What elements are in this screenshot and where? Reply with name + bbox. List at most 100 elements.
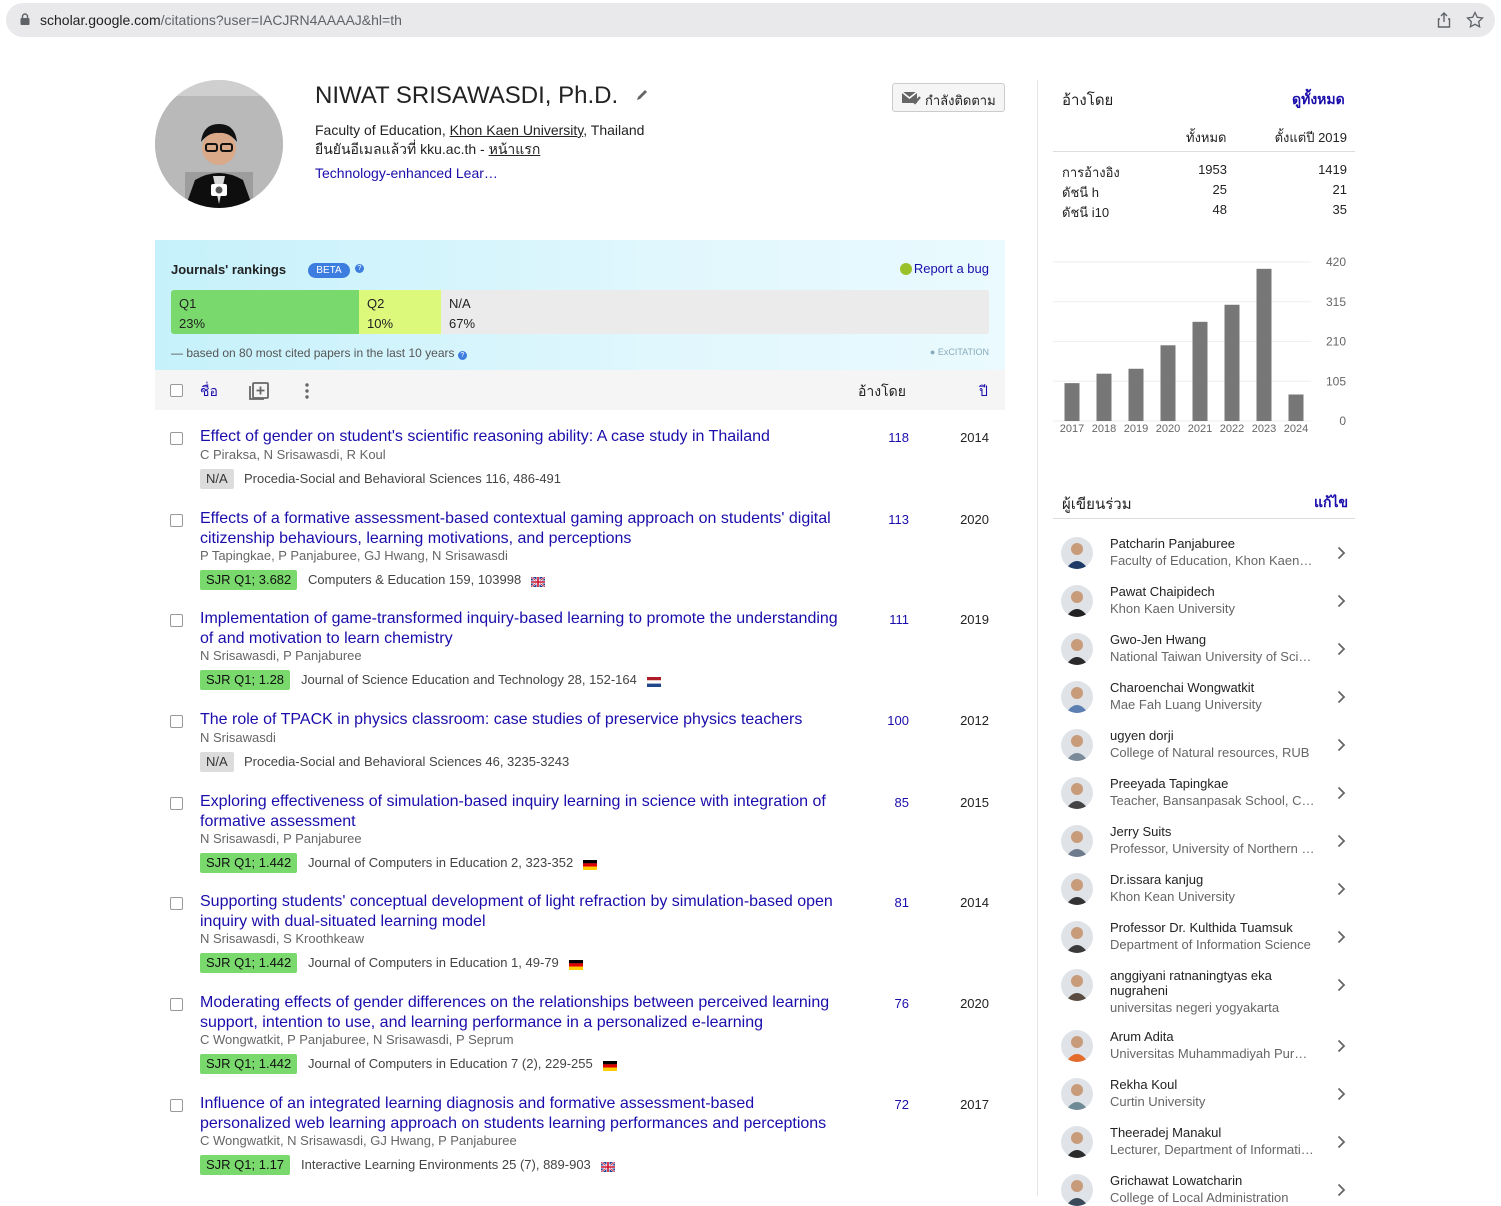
- excitation-logo: ● ExCITATION: [929, 347, 989, 357]
- quartile-segment: N/A 67%: [441, 290, 989, 334]
- article-checkbox[interactable]: [170, 1099, 183, 1112]
- article-year: 2012: [960, 713, 989, 728]
- url-text[interactable]: scholar.google.com/citations?user=IACJRN…: [40, 12, 402, 28]
- citation-bar[interactable]: [1192, 321, 1208, 421]
- edit-pencil-icon[interactable]: [635, 88, 649, 102]
- coauthor-name: Gwo-Jen Hwang: [1110, 632, 1207, 647]
- homepage-link[interactable]: หน้าแรก: [489, 141, 541, 157]
- coauthor-avatar: [1061, 537, 1093, 569]
- more-options-icon[interactable]: [305, 383, 309, 399]
- mail-check-icon: [901, 91, 921, 105]
- coauthor-avatar: [1061, 585, 1093, 617]
- citation-bar[interactable]: [1288, 394, 1304, 422]
- coauthor-affiliation: College of Natural resources, RUB: [1110, 745, 1310, 760]
- share-icon[interactable]: [1437, 12, 1451, 28]
- citation-bar[interactable]: [1096, 373, 1112, 421]
- citation-count-link[interactable]: 72: [855, 1097, 909, 1112]
- article-title-link[interactable]: Moderating effects of gender differences…: [200, 993, 840, 1033]
- citation-bar[interactable]: [1256, 268, 1272, 421]
- follow-label: กำลังติดตาม: [925, 93, 996, 108]
- coauthor-name: Pawat Chaipidech: [1110, 584, 1215, 599]
- coauthor-name: Dr.issara kanjug: [1110, 872, 1204, 887]
- article-checkbox[interactable]: [170, 897, 183, 910]
- coauthor-avatar: [1061, 825, 1093, 857]
- article-title-link[interactable]: Effects of a formative assessment-based …: [200, 509, 840, 549]
- article-checkbox[interactable]: [170, 432, 183, 445]
- url-host: scholar.google.com: [40, 12, 161, 28]
- y-tick-label: 420: [1326, 255, 1346, 269]
- stats-since-value: 35: [1332, 202, 1347, 217]
- view-all-link[interactable]: ดูทั้งหมด: [1292, 89, 1345, 111]
- report-bug-link[interactable]: Report a bug: [899, 261, 989, 276]
- article-title-link[interactable]: Influence of an integrated learning diag…: [200, 1094, 840, 1134]
- stats-col-since: ตั้งแต่ปี 2019: [1274, 130, 1347, 145]
- bookmark-star-icon[interactable]: [1466, 11, 1484, 29]
- select-all-checkbox[interactable]: [170, 384, 183, 397]
- journal-rank-badge: SJR Q1; 3.682: [200, 570, 298, 590]
- citation-count-link[interactable]: 118: [855, 430, 909, 445]
- article-checkbox[interactable]: [170, 715, 183, 728]
- article-title-link[interactable]: The role of TPACK in physics classroom: …: [200, 710, 840, 730]
- university-link[interactable]: Khon Kaen University: [450, 122, 584, 138]
- follow-button[interactable]: กำลังติดตาม: [892, 83, 1005, 112]
- x-tick-label: 2023: [1252, 423, 1276, 435]
- coauthor-name: ugyen dorji: [1110, 728, 1174, 743]
- help-icon[interactable]: ?: [457, 351, 467, 360]
- article-venue: Procedia-Social and Behavioral Sciences …: [244, 754, 570, 769]
- article-venue: Procedia-Social and Behavioral Sciences …: [244, 471, 562, 486]
- citation-count-link[interactable]: 100: [855, 713, 909, 728]
- journal-rank-badge: SJR Q1; 1.17: [200, 1155, 291, 1175]
- coauthor-avatar: [1061, 921, 1093, 953]
- stats-label[interactable]: ดัชนี i10: [1062, 202, 1109, 223]
- x-tick-label: 2017: [1060, 423, 1084, 435]
- quartile-label: N/A: [449, 296, 471, 311]
- x-tick-label: 2018: [1092, 423, 1116, 435]
- citation-bar[interactable]: [1064, 383, 1080, 421]
- address-bar[interactable]: scholar.google.com/citations?user=IACJRN…: [6, 3, 1495, 37]
- nl-flag-icon: [647, 675, 661, 687]
- coauthor-avatar: [1061, 633, 1093, 665]
- citation-bar[interactable]: [1160, 345, 1176, 421]
- stats-header: ทั้งหมด ตั้งแต่ปี 2019: [1053, 118, 1355, 152]
- coauthor-affiliation: Faculty of Education, Khon Kaen Universi…: [1110, 553, 1315, 568]
- article-authors: C Piraksa, N Srisawasdi, R Koul: [200, 447, 386, 462]
- article-title-link[interactable]: Exploring effectiveness of simulation-ba…: [200, 792, 840, 832]
- edit-coauthors-link[interactable]: แก้ไข: [1314, 492, 1348, 514]
- article-checkbox[interactable]: [170, 514, 183, 527]
- article-title-link[interactable]: Effect of gender on student's scientific…: [200, 427, 840, 447]
- quartile-bar: Q1 23% Q2 10% N/A 67%: [171, 290, 989, 334]
- articles-table-header: ชื่อ อ้างโดย ปี: [155, 370, 1005, 410]
- citation-count-link[interactable]: 76: [855, 996, 909, 1011]
- citation-count-link[interactable]: 111: [855, 612, 909, 627]
- x-tick-label: 2022: [1220, 423, 1244, 435]
- research-interest-link[interactable]: Technology-enhanced Lear…: [315, 165, 498, 181]
- cited-by-column[interactable]: อ้างโดย: [858, 381, 906, 403]
- add-article-icon[interactable]: [249, 382, 269, 400]
- stats-row: ดัชนี i10 48 35: [1053, 199, 1355, 220]
- citation-count-link[interactable]: 81: [855, 895, 909, 910]
- article-title-link[interactable]: Supporting students' conceptual developm…: [200, 892, 840, 932]
- article-checkbox[interactable]: [170, 797, 183, 810]
- sort-by-title[interactable]: ชื่อ: [200, 381, 218, 403]
- citation-bar[interactable]: [1128, 368, 1144, 421]
- help-icon[interactable]: ?: [355, 264, 364, 273]
- de-flag-icon: [569, 958, 583, 970]
- excitation-brand: ExCITATION: [937, 347, 989, 357]
- report-bug-label: Report a bug: [913, 261, 989, 276]
- article-checkbox[interactable]: [170, 998, 183, 1011]
- sort-by-year[interactable]: ปี: [979, 381, 988, 403]
- citation-count-link[interactable]: 85: [855, 795, 909, 810]
- article-checkbox[interactable]: [170, 614, 183, 627]
- citation-bar[interactable]: [1224, 304, 1240, 421]
- coauthor-name: Charoenchai Wongwatkit: [1110, 680, 1255, 695]
- citation-count-link[interactable]: 113: [855, 512, 909, 527]
- y-tick-label: 0: [1339, 414, 1346, 428]
- coauthor-affiliation: Mae Fah Luang University: [1110, 697, 1262, 712]
- coauthor-affiliation: universitas negeri yogyakarta: [1110, 1000, 1280, 1015]
- coauthor-avatar: [1061, 729, 1093, 761]
- profile-avatar[interactable]: [155, 80, 283, 208]
- article-title-link[interactable]: Implementation of game-transformed inqui…: [200, 609, 840, 649]
- chevron-right-icon: [1337, 930, 1346, 944]
- journal-rank-badge: SJR Q1; 1.442: [200, 1054, 298, 1074]
- de-flag-icon: [583, 858, 597, 870]
